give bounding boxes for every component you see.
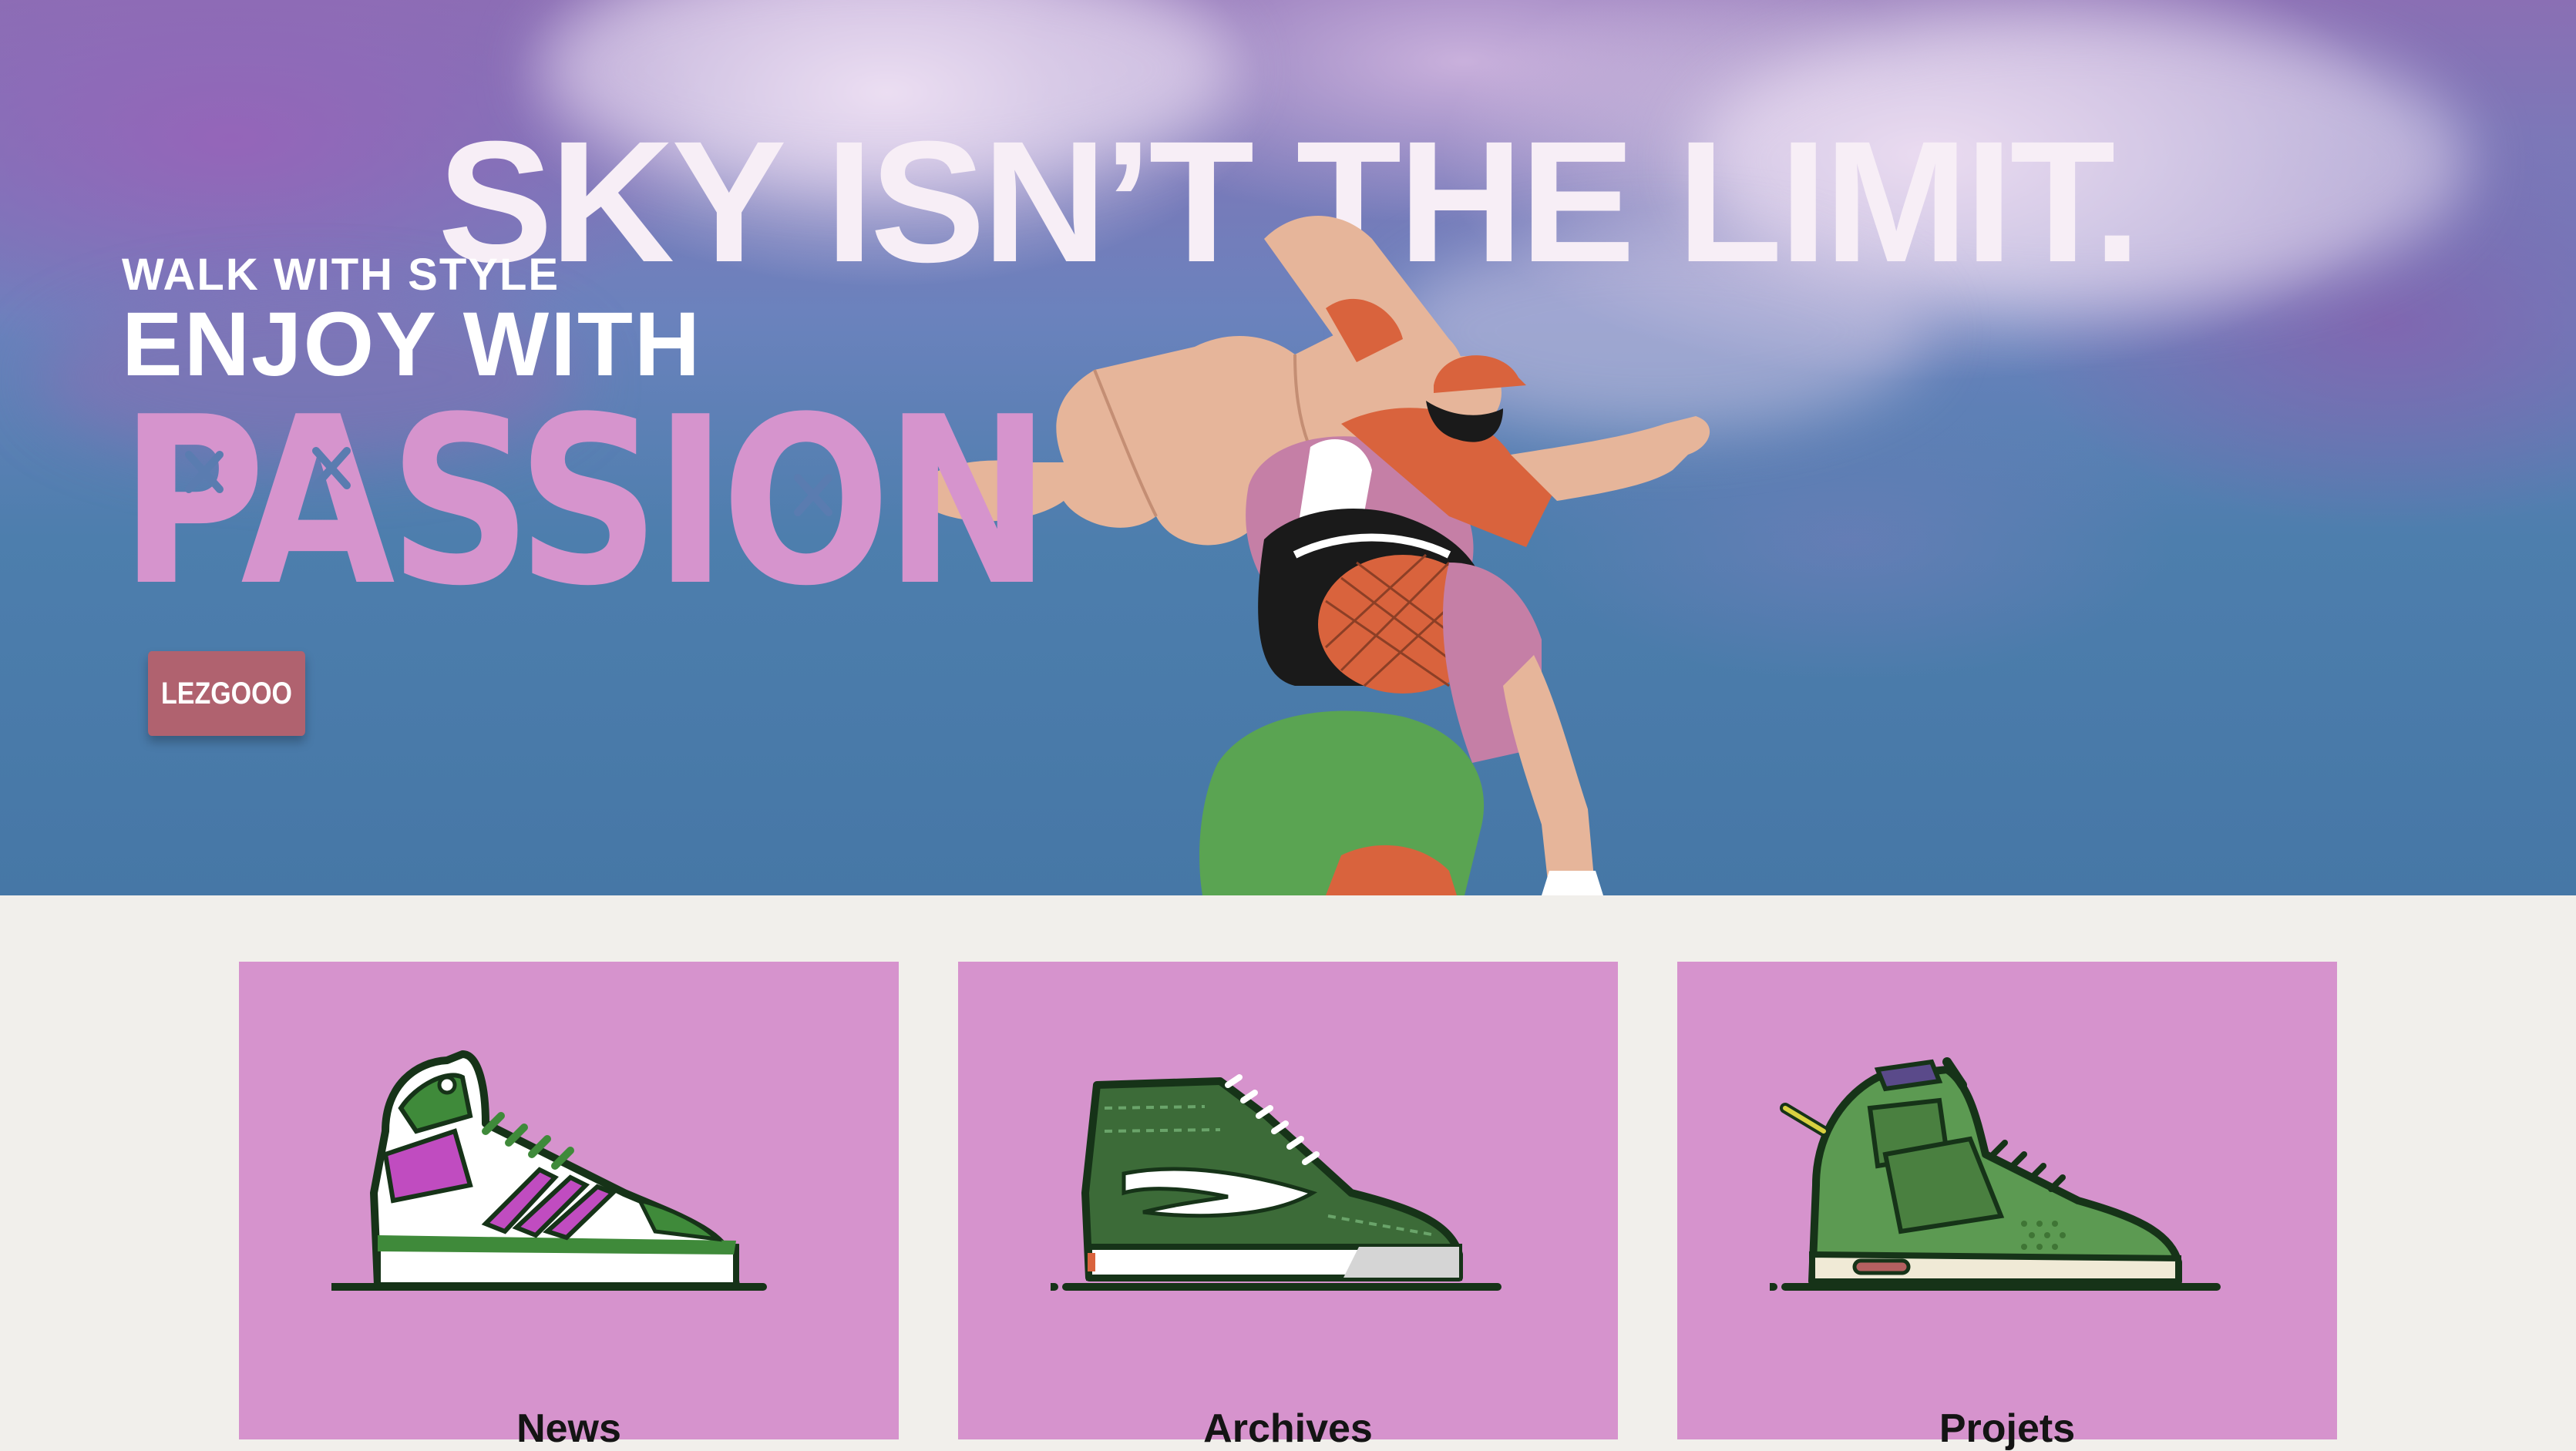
hero-tagline: WALK WITH STYLE (122, 250, 560, 300)
hero-subheadline: ENJOY WITH (122, 294, 702, 395)
skate-sneaker-icon (1051, 1074, 1502, 1291)
category-cards: News Archives Projets (0, 895, 2576, 1449)
card-archives[interactable]: Archives (958, 962, 1618, 1449)
accent-word-text: PASSION (119, 389, 1044, 605)
cargo-sneaker-icon (1770, 1057, 2221, 1291)
card-projets[interactable]: Projets (1677, 962, 2337, 1449)
card-news[interactable]: News (239, 962, 899, 1449)
card-label-archives: Archives (1203, 1406, 1373, 1451)
high-top-sneaker-icon (331, 1050, 767, 1291)
lezgooo-button[interactable]: LEZGOOO (148, 651, 305, 736)
hero-accent-word: PASSION (119, 389, 1052, 605)
card-label-projets: Projets (1939, 1406, 2076, 1451)
card-label-news: News (516, 1406, 621, 1451)
hero-banner: SKY ISN’T THE LIMIT. WALK WITH STYLE ENJ… (0, 0, 2576, 895)
